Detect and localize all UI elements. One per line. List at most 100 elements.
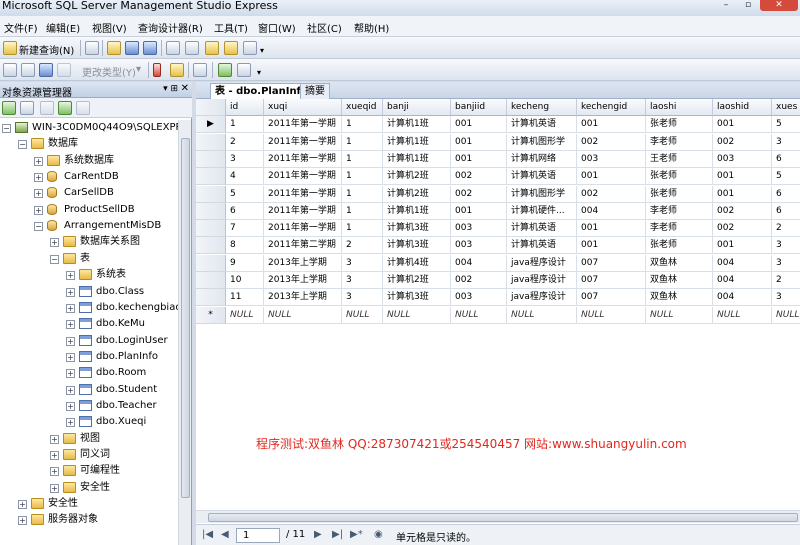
expand-icon[interactable]: + [34,205,43,215]
table-cell[interactable]: 004 [713,272,772,289]
new-row-selector[interactable]: * [196,306,226,324]
tree-item[interactable]: + dbo.Xueqi [0,414,178,430]
tree-item[interactable]: + dbo.Class [0,284,178,300]
table-cell[interactable]: 002 [451,272,507,289]
table-cell[interactable]: 004 [713,254,772,272]
table-cell[interactable]: 3 [342,272,383,289]
table-cell[interactable]: 李老师 [646,202,713,220]
table-cell[interactable]: 007 [577,272,646,289]
show-sql-icon[interactable] [39,63,53,77]
new-row-cell[interactable]: NULL [264,306,342,324]
connect-icon[interactable] [2,101,16,115]
new-row-cell[interactable]: NULL [507,306,577,324]
change-type-button[interactable]: 更改类型(Y) [82,64,136,79]
table-cell[interactable]: 004 [577,202,646,220]
scrollbar-thumb[interactable] [181,138,190,498]
table-cell[interactable]: 计算机硬件... [507,202,577,220]
table-cell[interactable]: 计算机英语 [507,237,577,255]
grid-horizontal-scrollbar[interactable] [196,510,800,523]
table-cell[interactable]: 5 [226,185,264,203]
template-explorer-icon[interactable] [205,41,219,55]
table-cell[interactable]: 003 [451,237,507,255]
table-cell[interactable]: 001 [577,237,646,255]
expand-icon[interactable]: + [66,385,75,395]
expand-icon[interactable]: + [18,516,27,526]
row-selector[interactable]: ▶ [196,116,226,134]
expand-icon[interactable]: + [50,451,59,460]
menu-edit[interactable]: 编辑(E) [46,20,80,35]
tree-item[interactable]: + 系统表 [0,267,178,283]
select-all-corner[interactable] [196,99,226,116]
maximize-button[interactable]: ▫ [738,0,758,11]
tab-plan-info[interactable]: 表 - dbo.PlanInfo [210,83,313,99]
new-row-cell[interactable]: NULL [226,306,264,324]
filter-icon[interactable] [76,101,90,115]
registered-servers-icon[interactable] [166,41,180,55]
table-cell[interactable]: 1 [226,116,264,134]
expand-icon[interactable]: + [66,271,75,281]
tree-item[interactable]: + dbo.Student [0,382,178,398]
table-cell[interactable]: 3 [342,254,383,272]
tree-item[interactable]: + 数据库关系图 [0,234,178,250]
new-row-cell[interactable]: NULL [772,307,800,324]
column-header[interactable]: laoshi [646,99,713,116]
table-cell[interactable]: 计算机图形学 [507,133,577,151]
expand-icon[interactable]: + [66,401,75,411]
menu-window[interactable]: 窗口(W) [258,20,296,35]
table-cell[interactable]: 002 [577,185,646,203]
table-cell[interactable]: 001 [713,237,772,255]
row-selector[interactable] [196,185,226,203]
table-cell[interactable]: 2013年上学期 [264,272,342,289]
execute-sql-icon[interactable] [153,63,161,77]
row-selector[interactable] [196,150,226,168]
table-cell[interactable]: 002 [451,168,507,186]
expand-icon[interactable]: + [66,336,75,346]
table-cell[interactable]: 1 [342,168,383,186]
expand-icon[interactable]: + [66,418,75,428]
tree-item[interactable]: + CarRentDB [0,169,178,185]
new-file-icon[interactable] [85,41,99,55]
close-panel-icon[interactable]: ✕ [181,83,189,94]
tree-item[interactable]: + dbo.Room [0,365,178,381]
expand-icon[interactable]: + [34,189,43,199]
tree-item[interactable]: + 服务器对象 [0,512,178,528]
table-cell[interactable]: 8 [226,237,264,255]
table-cell[interactable]: 003 [451,220,507,238]
tree-item[interactable]: + 安全性 [0,480,178,496]
table-cell[interactable]: 7 [226,220,264,238]
group-by-icon[interactable] [193,63,207,77]
table-cell[interactable]: 计算机2班 [383,168,451,186]
previous-record-button[interactable]: ◀ [221,529,229,540]
menu-query-designer[interactable]: 查询设计器(R) [138,20,203,35]
table-cell[interactable]: 张老师 [646,185,713,203]
expand-icon[interactable]: + [66,352,75,362]
expand-icon[interactable]: + [34,173,43,183]
table-cell[interactable]: 5 [772,168,800,186]
tree-item[interactable]: + 视图 [0,431,178,447]
table-cell[interactable]: 6 [772,203,800,220]
table-cell[interactable]: 1 [342,133,383,151]
menu-file[interactable]: 文件(F) [4,20,38,35]
tree-item[interactable]: + 同义词 [0,447,178,463]
table-cell[interactable]: 计算机1班 [383,133,451,151]
expand-icon[interactable]: + [50,483,59,493]
tree-item[interactable]: + CarSellDB [0,185,178,201]
table-cell[interactable]: 001 [577,168,646,186]
table-cell[interactable]: 1 [342,150,383,168]
stop-icon[interactable] [40,101,54,115]
table-cell[interactable]: 2011年第一学期 [264,202,342,220]
table-cell[interactable]: 张老师 [646,237,713,255]
new-query-button[interactable]: 新建查询(N) [19,42,74,57]
table-cell[interactable]: 2011年第一学期 [264,150,342,168]
table-cell[interactable]: 10 [226,272,264,289]
table-cell[interactable]: 003 [577,150,646,168]
table-cell[interactable]: 004 [451,254,507,272]
toolbar-overflow-icon[interactable]: ▾ [260,46,264,55]
object-explorer-icon[interactable] [185,41,199,55]
table-cell[interactable]: 001 [451,116,507,134]
last-record-button[interactable]: ▶| [332,529,343,540]
table-cell[interactable]: 李老师 [646,220,713,238]
table-cell[interactable]: 007 [577,289,646,307]
table-cell[interactable]: 计算机1班 [383,150,451,168]
table-cell[interactable]: 2 [226,133,264,151]
